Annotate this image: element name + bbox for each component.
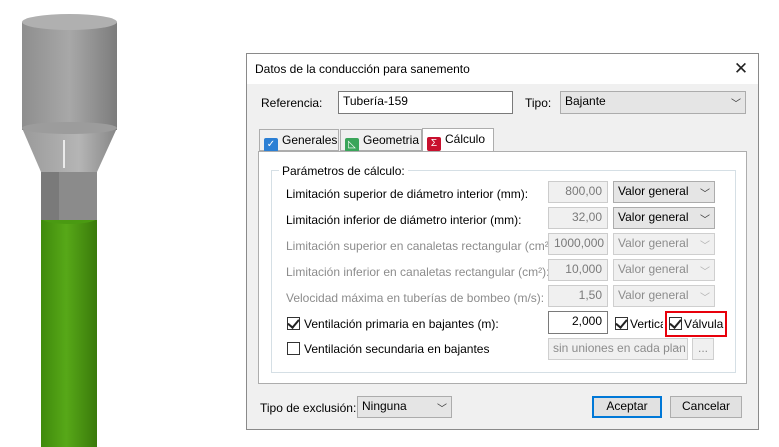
primary-vent-label: Ventilación primaria en bajantes (m): (304, 317, 499, 331)
primary-vent-checkbox[interactable] (287, 316, 300, 330)
checkmark-icon (287, 316, 300, 329)
type-label: Tipo: (525, 96, 552, 110)
tab-generales-label: Generales (282, 133, 338, 147)
reference-label: Referencia: (261, 96, 323, 110)
param-option-text: Valor general (618, 288, 689, 302)
type-select[interactable]: Bajante ﹀ (560, 91, 746, 114)
chevron-down-icon: ﹀ (700, 189, 710, 200)
param-option-text: Valor general (618, 262, 689, 276)
vertical-label: Vertical (630, 317, 663, 331)
tab-calculo[interactable]: Σ Cálculo (422, 128, 494, 152)
tab-geometria[interactable]: ◺ Geometria (340, 129, 422, 152)
param-option-text: Valor general (618, 210, 689, 224)
param-label-diam-inf: Limitación inferior de diámetro interior… (286, 213, 522, 227)
secondary-vent-option-text: sin uniones en cada plan (553, 341, 686, 355)
accept-button[interactable]: Aceptar (592, 396, 662, 418)
param-value-diam-sup[interactable]: 800,00 (548, 181, 608, 203)
params-group-label: Parámetros de cálculo: (279, 164, 408, 178)
param-label-canal-inf: Limitación inferior en canaletas rectang… (286, 265, 550, 279)
tab-generales[interactable]: ✓ Generales (259, 129, 339, 152)
param-option-diam-sup[interactable]: Valor general ﹀ (613, 181, 715, 203)
chevron-down-icon: ﹀ (700, 241, 710, 252)
exclusion-label: Tipo de exclusión: (260, 401, 357, 415)
vertical-checkbox[interactable] (615, 316, 628, 330)
param-option-canal-sup[interactable]: Valor general ﹀ (613, 233, 715, 255)
param-option-text: Valor general (618, 184, 689, 198)
param-label-canal-sup: Limitación superior en canaletas rectang… (286, 239, 557, 253)
check-icon: ✓ (264, 138, 278, 152)
type-select-value: Bajante (565, 94, 606, 108)
param-label-diam-sup: Limitación superior de diámetro interior… (286, 187, 529, 201)
exclusion-select[interactable]: Ninguna ﹀ (357, 396, 452, 418)
param-value-canal-sup[interactable]: 1000,000 (548, 233, 608, 255)
valve-highlight-box (665, 311, 727, 337)
tab-geometria-label: Geometria (363, 133, 420, 147)
param-option-diam-inf[interactable]: Valor general ﹀ (613, 207, 715, 229)
geometry-icon: ◺ (345, 138, 359, 152)
checkmark-icon (615, 316, 628, 329)
more-icon: ... (697, 341, 708, 355)
chevron-down-icon: ﹀ (437, 404, 447, 415)
chevron-down-icon: ﹀ (700, 267, 710, 278)
param-label-velocidad: Velocidad máxima en tuberías de bombeo (… (286, 291, 545, 305)
sigma-icon: Σ (427, 137, 441, 151)
chevron-down-icon: ﹀ (673, 346, 683, 357)
title-bar: Datos de la conducción para sanemento ✕ (247, 54, 758, 84)
tab-calculo-label: Cálculo (445, 132, 486, 146)
param-option-canal-inf[interactable]: Valor general ﹀ (613, 259, 715, 281)
param-option-text: Valor general (618, 236, 689, 250)
param-option-velocidad[interactable]: Valor general ﹀ (613, 285, 715, 307)
dialog-title: Datos de la conducción para sanemento (255, 62, 470, 76)
param-value-canal-inf[interactable]: 10,000 (548, 259, 608, 281)
reference-input[interactable]: Tubería-159 (338, 91, 513, 114)
secondary-vent-more-button[interactable]: ... (692, 338, 714, 360)
param-value-diam-inf[interactable]: 32,00 (548, 207, 608, 229)
chevron-down-icon: ﹀ (700, 293, 710, 304)
secondary-vent-label: Ventilación secundaria en bajantes (304, 342, 490, 356)
chevron-down-icon: ﹀ (731, 99, 741, 110)
param-value-velocidad[interactable]: 1,50 (548, 285, 608, 307)
close-icon[interactable]: ✕ (724, 54, 758, 84)
chevron-down-icon: ﹀ (700, 215, 710, 226)
primary-vent-value[interactable]: 2,000 (548, 311, 608, 334)
cancel-button[interactable]: Cancelar (670, 396, 742, 418)
secondary-vent-checkbox[interactable] (287, 342, 300, 355)
exclusion-value: Ninguna (362, 399, 407, 413)
pipe-3d-model (22, 14, 117, 447)
secondary-vent-select[interactable]: sin uniones en cada plan ﹀ (548, 338, 688, 360)
